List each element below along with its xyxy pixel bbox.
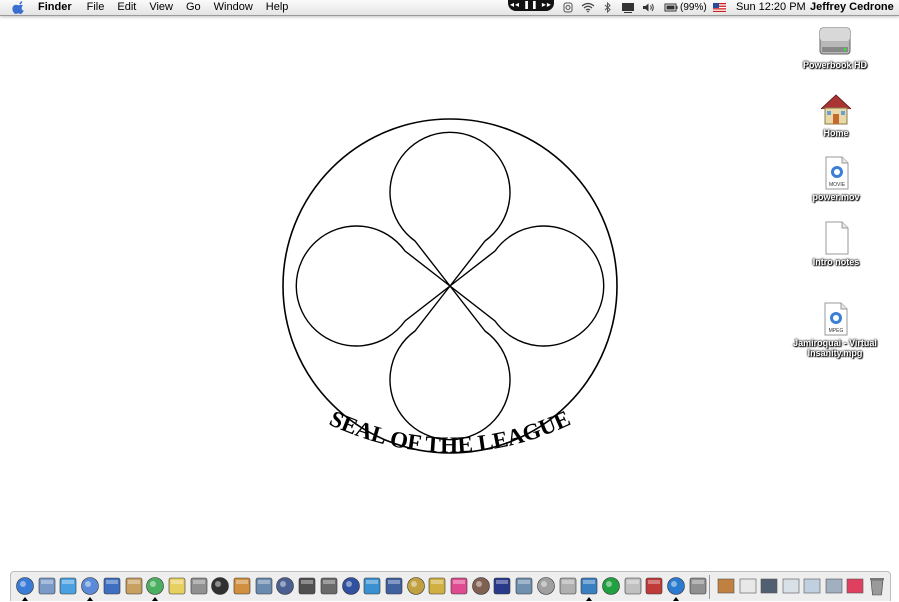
- dock-tools-icon[interactable]: [471, 575, 491, 597]
- dock-iphoto-icon[interactable]: [254, 575, 274, 597]
- dock-document-a-icon[interactable]: [738, 575, 758, 597]
- dock-terminal-icon[interactable]: [210, 575, 230, 597]
- wifi-icon[interactable]: [581, 2, 595, 13]
- menu-bar: Finder File Edit View Go Window Help ◂◂ …: [0, 0, 899, 16]
- svg-text:MOVIE: MOVIE: [829, 182, 846, 188]
- dock-quicktime-icon[interactable]: [362, 575, 382, 597]
- dock-address-book-icon[interactable]: [124, 575, 144, 597]
- desktop-icon-powerbook-hd[interactable]: Powerbook HD: [790, 23, 880, 70]
- us-flag-icon[interactable]: [713, 2, 726, 13]
- dock-network-icon[interactable]: [579, 575, 599, 597]
- desktop-icon-power-mov[interactable]: MOVIE power.mov: [791, 155, 881, 202]
- user-menu[interactable]: Jeffrey Cedrone: [810, 0, 894, 15]
- dock-running-indicator: [673, 597, 679, 601]
- hard-drive-icon: [817, 23, 853, 59]
- dock-safari-icon[interactable]: [58, 575, 78, 597]
- dock-ical-icon[interactable]: [644, 575, 664, 597]
- dock-preview-icon[interactable]: [536, 575, 556, 597]
- dock-separator: [709, 575, 710, 599]
- sync-icon[interactable]: [562, 2, 574, 13]
- menu-edit[interactable]: Edit: [117, 0, 136, 15]
- dock-window-a-icon[interactable]: [759, 575, 779, 597]
- dock-running-indicator: [152, 597, 159, 601]
- display-icon[interactable]: [621, 2, 635, 13]
- dock-window-c-icon[interactable]: [802, 575, 822, 597]
- bluetooth-icon[interactable]: [603, 2, 612, 13]
- dock-window-b-icon[interactable]: [781, 575, 801, 597]
- dock-running-indicator: [87, 597, 94, 601]
- dock-stars-icon[interactable]: [492, 575, 512, 597]
- dock-final-cut-icon[interactable]: [319, 575, 339, 597]
- dock-garageband-icon[interactable]: [232, 575, 252, 597]
- dock-spotlight-icon[interactable]: [102, 575, 122, 597]
- movie-file-icon: MOVIE: [818, 155, 854, 191]
- apple-menu-icon[interactable]: [12, 0, 26, 15]
- dock: [10, 571, 891, 601]
- desktop-icon-label: Home: [823, 128, 849, 138]
- dock-ipod-icon[interactable]: [558, 575, 578, 597]
- dock-finder-icon[interactable]: [15, 575, 35, 597]
- dock-running-indicator: [22, 597, 28, 601]
- dock-itunes-icon[interactable]: [145, 575, 165, 597]
- dock-stickies-icon[interactable]: [167, 575, 187, 597]
- desktop-icon-label: power.mov: [812, 192, 860, 202]
- dock-utility-icon[interactable]: [514, 575, 534, 597]
- desktop-icon-jamiroquai-mpg[interactable]: MPEG Jamiroquai - Virtual Insanity.mpg: [790, 301, 880, 358]
- dock-quicktime-player-icon[interactable]: [666, 575, 686, 597]
- dock-dvd-player-icon[interactable]: [297, 575, 317, 597]
- quatrefoil-knot: [295, 131, 605, 441]
- svg-text:MPEG: MPEG: [829, 328, 844, 334]
- dock-home-folder-icon[interactable]: [716, 575, 736, 597]
- dock-system-prefs-icon[interactable]: [688, 575, 708, 597]
- seal-emblem: SEAL OF THE LEAGUE: [282, 118, 618, 458]
- desktop-icon-home[interactable]: Home: [791, 91, 881, 138]
- seal-caption: SEAL OF THE LEAGUE: [326, 406, 574, 458]
- dock-flower-b-icon[interactable]: [845, 575, 865, 597]
- desktop-icon-label: Jamiroquai - Virtual Insanity.mpg: [793, 338, 877, 358]
- menu-app-name[interactable]: Finder: [38, 0, 72, 15]
- menu-go[interactable]: Go: [186, 0, 201, 15]
- menu-file[interactable]: File: [87, 0, 105, 15]
- media-controls-icon[interactable]: ◂◂ ❚❚ ▸▸: [508, 0, 554, 11]
- desktop-icon-intro-notes[interactable]: Intro notes: [791, 220, 881, 267]
- battery-icon[interactable]: [664, 2, 678, 13]
- dock-phone-icon[interactable]: [824, 575, 844, 597]
- dock-trash-icon[interactable]: [867, 575, 887, 597]
- menu-help[interactable]: Help: [266, 0, 289, 15]
- dock-keynote-icon[interactable]: [384, 575, 404, 597]
- desktop-icon-label: Intro notes: [812, 257, 860, 267]
- dock-pencil-icon[interactable]: [406, 575, 426, 597]
- clock[interactable]: Sun 12:20 PM: [736, 0, 806, 15]
- dock-green-icon[interactable]: [601, 575, 621, 597]
- desktop-icon-label: Powerbook HD: [802, 60, 867, 70]
- mpeg-file-icon: MPEG: [817, 301, 853, 337]
- dock-mail-icon[interactable]: [37, 575, 57, 597]
- dock-flower-icon[interactable]: [449, 575, 469, 597]
- dock-idvd-icon[interactable]: [341, 575, 361, 597]
- volume-icon[interactable]: [642, 2, 655, 13]
- dock-calculator-icon[interactable]: [189, 575, 209, 597]
- document-icon: [818, 220, 854, 256]
- battery-percent: (99%): [680, 2, 707, 13]
- dock-script-icon[interactable]: [623, 575, 643, 597]
- menu-window[interactable]: Window: [214, 0, 253, 15]
- home-folder-icon: [818, 91, 854, 127]
- dock-imovie-icon[interactable]: [275, 575, 295, 597]
- dock-running-indicator: [586, 597, 593, 601]
- menu-view[interactable]: View: [149, 0, 173, 15]
- dock-ichat-icon[interactable]: [80, 575, 100, 597]
- dock-text-edit-icon[interactable]: [427, 575, 447, 597]
